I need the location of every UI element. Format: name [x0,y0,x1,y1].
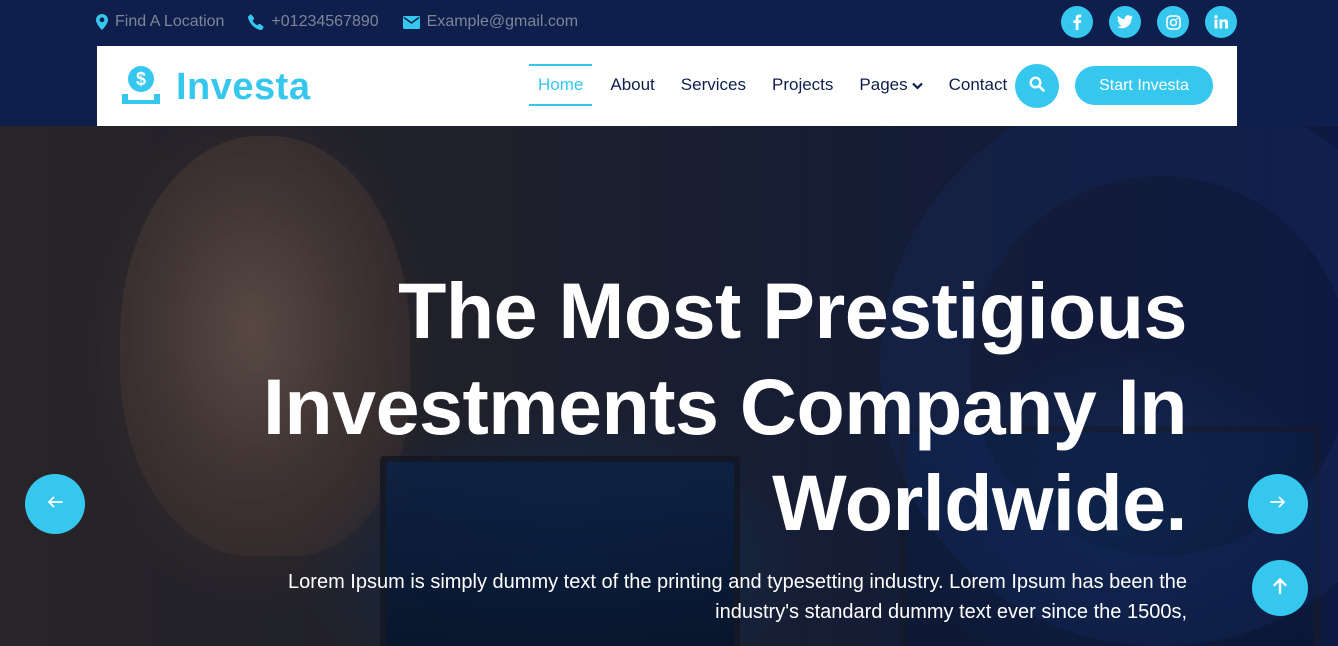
location-text: Find A Location [115,13,225,30]
social-links [1061,6,1237,38]
hero-slider: The Most Prestigious Investments Company… [0,126,1338,646]
instagram-icon[interactable] [1157,6,1189,38]
back-to-top-button[interactable] [1252,560,1308,616]
envelope-icon [402,15,420,29]
nav-pages-label: Pages [859,75,908,94]
search-button[interactable] [1015,64,1059,108]
brand-name: Investa [176,66,311,108]
start-investa-button[interactable]: Start Investa [1075,66,1213,105]
phone-text: +01234567890 [271,13,379,30]
map-pin-icon [96,14,108,30]
email-item[interactable]: Example@gmail.com [402,13,579,31]
nav-services[interactable]: Services [668,64,759,106]
hero-title-line-3: Worldwide. [772,458,1187,547]
search-icon [1029,75,1045,97]
contact-info: Find A Location +01234567890 Example@gma… [96,0,578,44]
hero-title: The Most Prestigious Investments Company… [227,263,1188,551]
nav-menu: Home About Services Projects Pages Conta… [527,64,1020,106]
nav-pages-dropdown[interactable]: Pages [846,64,935,106]
slider-prev-button[interactable] [25,474,85,534]
brand-logo[interactable]: $ Investa [120,64,310,111]
chevron-down-icon [911,75,923,95]
arrow-right-icon [1270,495,1286,513]
main-navbar: $ Investa Home About Services Projects P… [97,46,1237,126]
twitter-icon[interactable] [1109,6,1141,38]
hero-title-line-2: Investments Company In [262,362,1188,451]
nav-home[interactable]: Home [529,64,593,106]
slider-next-button[interactable] [1248,474,1308,534]
hero-subtitle: Lorem Ipsum is simply dummy text of the … [207,567,1187,627]
svg-text:$: $ [136,69,146,89]
hero-title-line-1: The Most Prestigious [398,266,1187,355]
nav-projects[interactable]: Projects [759,64,846,106]
email-text: Example@gmail.com [426,13,579,30]
nav-about[interactable]: About [597,64,667,106]
money-bag-icon: $ [120,64,162,111]
arrow-up-icon [1273,577,1287,599]
phone-item[interactable]: +01234567890 [248,13,379,31]
hero-subtitle-line-2: industry's standard dummy text ever sinc… [715,601,1187,623]
arrow-left-icon [47,495,63,513]
phone-icon [248,14,264,30]
nav-contact[interactable]: Contact [936,64,1021,106]
location-item[interactable]: Find A Location [96,13,224,31]
hero-subtitle-line-1: Lorem Ipsum is simply dummy text of the … [288,571,1187,593]
facebook-icon[interactable] [1061,6,1093,38]
linkedin-icon[interactable] [1205,6,1237,38]
